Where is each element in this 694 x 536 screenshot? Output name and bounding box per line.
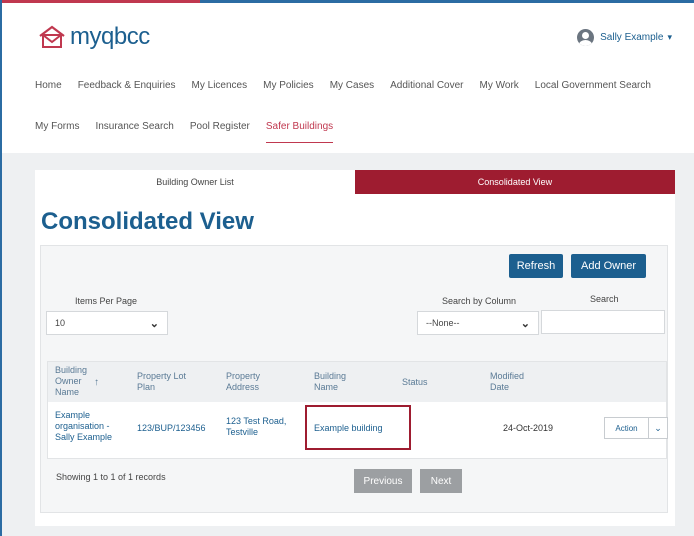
- search-by-column-value: --None--: [426, 318, 460, 328]
- refresh-button[interactable]: Refresh: [509, 254, 563, 278]
- search-by-column-label: Search by Column: [442, 296, 517, 306]
- action-label[interactable]: Action: [605, 418, 649, 438]
- cell-building-name[interactable]: Example building: [314, 423, 383, 434]
- nav-my-licences[interactable]: My Licences: [192, 80, 248, 101]
- col-status[interactable]: Status: [402, 377, 428, 388]
- consolidated-card: Refresh Add Owner Items Per Page 10 ⌄ Se…: [40, 245, 668, 513]
- previous-button[interactable]: Previous: [354, 469, 412, 493]
- user-name: Sally Example: [600, 32, 664, 43]
- sort-arrow-icon[interactable]: ↑: [94, 377, 99, 388]
- next-button[interactable]: Next: [420, 469, 462, 493]
- nav-home[interactable]: Home: [35, 80, 62, 101]
- site-header: myqbcc Sally Example ▾ Home Feedback & E…: [2, 3, 694, 153]
- tab-consolidated-view[interactable]: Consolidated View: [355, 170, 675, 194]
- col-building-owner-name[interactable]: Building Owner Name: [55, 365, 87, 398]
- main-nav-row1: Home Feedback & Enquiries My Licences My…: [35, 80, 667, 101]
- nav-my-policies[interactable]: My Policies: [263, 80, 314, 101]
- chevron-down-icon: ▾: [667, 32, 672, 42]
- owners-table: Building Owner Name ↑ Property Lot Plan …: [47, 361, 668, 459]
- col-building-name[interactable]: Building Name: [314, 371, 346, 393]
- search-input[interactable]: [541, 310, 665, 334]
- cell-owner-name[interactable]: Example organisation - Sally Example: [55, 410, 112, 443]
- nav-my-cases[interactable]: My Cases: [330, 80, 374, 101]
- logo[interactable]: myqbcc: [38, 23, 150, 51]
- chevron-down-icon: ⌄: [520, 317, 530, 330]
- table-header: Building Owner Name ↑ Property Lot Plan …: [48, 362, 666, 402]
- page-title: Consolidated View: [41, 208, 254, 235]
- main-nav-row2: My Forms Insurance Search Pool Register …: [35, 121, 349, 143]
- action-button[interactable]: Action ⌄: [604, 417, 668, 439]
- nav-insurance-search[interactable]: Insurance Search: [95, 121, 173, 143]
- items-per-page-value: 10: [55, 318, 66, 328]
- col-modified-date[interactable]: Modified Date: [490, 371, 524, 393]
- logo-text: myqbcc: [70, 23, 150, 50]
- chevron-down-icon[interactable]: ⌄: [649, 418, 667, 438]
- main-panel: Building Owner List Consolidated View Co…: [35, 170, 675, 526]
- records-count: Showing 1 to 1 of 1 records: [56, 472, 166, 482]
- nav-pool-register[interactable]: Pool Register: [190, 121, 250, 143]
- tab-building-owner-list[interactable]: Building Owner List: [35, 170, 355, 194]
- cell-lot-plan: 123/BUP/123456: [137, 423, 206, 433]
- cell-address: 123 Test Road, Testville: [226, 416, 287, 437]
- nav-local-government-search[interactable]: Local Government Search: [535, 80, 651, 101]
- house-envelope-icon: [39, 25, 65, 48]
- chevron-down-icon: ⌄: [149, 317, 159, 330]
- search-by-column-select[interactable]: --None-- ⌄: [417, 311, 539, 335]
- cell-modified-date: 24-Oct-2019: [503, 423, 554, 433]
- items-per-page-select[interactable]: 10 ⌄: [46, 311, 168, 335]
- nav-additional-cover[interactable]: Additional Cover: [390, 80, 463, 101]
- avatar: [577, 29, 595, 46]
- nav-my-forms[interactable]: My Forms: [35, 121, 79, 143]
- nav-feedback-enquiries[interactable]: Feedback & Enquiries: [78, 80, 176, 101]
- search-label: Search: [590, 294, 619, 304]
- items-per-page-label: Items Per Page: [75, 296, 138, 306]
- nav-my-work[interactable]: My Work: [480, 80, 519, 101]
- add-owner-button[interactable]: Add Owner: [571, 254, 646, 278]
- col-property-lot-plan[interactable]: Property Lot Plan: [137, 371, 186, 393]
- user-menu[interactable]: Sally Example ▾: [577, 29, 672, 46]
- nav-safer-buildings[interactable]: Safer Buildings: [265, 121, 334, 143]
- col-property-address[interactable]: Property Address: [226, 371, 260, 393]
